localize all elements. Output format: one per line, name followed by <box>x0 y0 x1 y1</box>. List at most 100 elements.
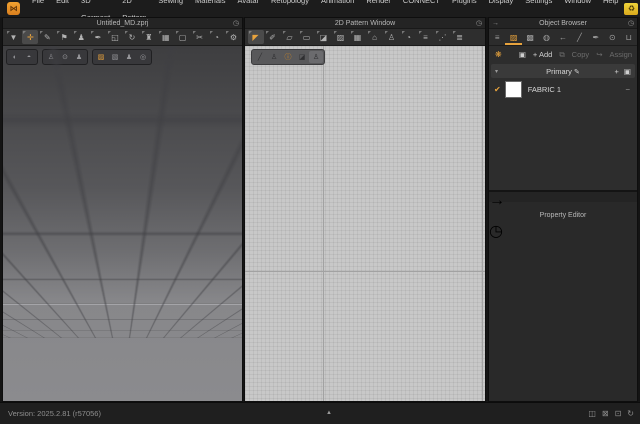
section-title-wrap: Primary ✎ <box>491 67 635 76</box>
tuck-tool[interactable]: ♙ <box>384 30 400 44</box>
pattern-outline-icon[interactable]: ╱ <box>253 51 267 63</box>
bell-2d-tool[interactable]: ◔ <box>401 30 417 44</box>
floor-axis-line <box>3 304 242 305</box>
actions-cluster: ▣ + Add ⧉ Copy ↪ Assign <box>519 50 632 60</box>
fabric-badge-icon: ❋ <box>495 50 502 59</box>
avatar-tool[interactable]: ♜ <box>141 30 157 44</box>
statusbar-icons: ◫ ⊠ ⊡ ↻ <box>588 403 634 424</box>
tab-fabric[interactable]: ▨ <box>505 29 521 45</box>
layout-columns-icon[interactable]: ◫ <box>588 409 596 418</box>
layout-close-icon[interactable]: ⊠ <box>602 409 609 418</box>
tucked-shape-icon[interactable]: ♙ <box>267 51 281 63</box>
show-garment-icon[interactable]: ◓ <box>22 51 36 63</box>
clo-badge-glyph: ♻ <box>627 4 636 13</box>
thick-textured-surface-icon[interactable]: ▧ <box>108 51 122 63</box>
panel-menu-icon[interactable]: ◷ <box>628 18 634 29</box>
edit-pattern-tool[interactable]: ✐ <box>265 30 281 44</box>
panel-menu-icon[interactable]: ◷ <box>476 18 482 29</box>
edit-section-icon[interactable]: ✎ <box>574 69 580 76</box>
copy-icon: ⧉ <box>559 49 565 59</box>
viewport-2d-overlay-toolbar: ╱ ♙ ⓘ ◪ ♙ <box>251 49 325 65</box>
status-bar: Version: 2025.2.81 (r57056) ▲ ◫ ⊠ ⊡ ↻ <box>0 402 640 424</box>
panel-3d-garment: Untitled_MD.zprj ◷ ▼ ✛ ✎ ⚑ ♟ ✒ ◱ ↻ ♜ ▦ ▢… <box>2 17 243 402</box>
iron-tool[interactable]: ⌂ <box>367 30 383 44</box>
fabric-swatch[interactable] <box>504 80 522 98</box>
remove-fabric-icon[interactable]: − <box>625 85 630 94</box>
toggle-3d-overlay-icon[interactable]: ♙ <box>309 51 323 63</box>
expand-timeline-icon[interactable]: ▲ <box>326 403 332 424</box>
avatar-mesh-icon[interactable]: ♟ <box>72 51 86 63</box>
mesh-surface-icon[interactable]: ♟ <box>122 51 136 63</box>
panel-menu-icon[interactable]: ◷ <box>233 18 239 29</box>
floor-grid <box>3 338 242 393</box>
grid-tool[interactable]: ▢ <box>175 30 191 44</box>
avatar-tape-tool[interactable]: ♟ <box>73 30 89 44</box>
property-editor-title: Property Editor <box>539 212 587 219</box>
notch-tool[interactable]: ⋰ <box>435 30 451 44</box>
transparent-surface-icon[interactable]: ◎ <box>136 51 150 63</box>
show-avatar-icon[interactable]: ◐ <box>8 51 22 63</box>
primary-section-header[interactable]: ▾ Primary ✎ + ▣ <box>491 64 635 78</box>
rectangle-tool[interactable]: ▭ <box>299 30 315 44</box>
tab-topstitch[interactable]: ╱ <box>571 29 587 45</box>
rotate-tool[interactable]: ↻ <box>124 30 140 44</box>
bell-tool[interactable]: ◔ <box>209 30 225 44</box>
panel-3d-header: Untitled_MD.zprj ◷ <box>3 18 242 29</box>
fabric-list-item[interactable]: ✔ FABRIC 1 − <box>489 78 637 100</box>
clo-badge-icon[interactable]: ♻ <box>624 2 639 15</box>
object-browser-actions: ❋ ▣ + Add ⧉ Copy ↪ Assign <box>489 46 637 63</box>
layout-dock-icon[interactable]: ⊡ <box>615 409 622 418</box>
fabric-name: FABRIC 1 <box>527 84 562 94</box>
tab-trim[interactable]: ◍ <box>538 29 554 45</box>
major-gridline-horizontal <box>245 271 485 272</box>
add-button[interactable]: + Add <box>533 50 552 59</box>
tab-stitch[interactable]: ✒ <box>588 29 604 45</box>
major-gridline-vertical <box>482 46 483 401</box>
toolbar-3d: ▼ ✛ ✎ ⚑ ♟ ✒ ◱ ↻ ♜ ▦ ▢ ✂ ◔ ⚙ <box>3 29 242 46</box>
object-browser-list-area[interactable] <box>489 100 637 190</box>
viewport-3d[interactable]: ◐ ◓ ♙ ⊙ ♟ ▨ ▧ ♟ ◎ <box>3 46 242 401</box>
reset-layout-icon[interactable]: ↻ <box>627 409 634 418</box>
viewport-2d[interactable]: ╱ ♙ ⓘ ◪ ♙ <box>245 46 485 401</box>
select-box-tool[interactable]: ◱ <box>107 30 123 44</box>
check-icon[interactable]: ✔ <box>494 85 501 94</box>
tab-puckering[interactable]: ⊙ <box>604 29 620 45</box>
viewport-3d-overlay-toolbar: ◐ ◓ ♙ ⊙ ♟ ▨ ▧ ♟ ◎ <box>6 49 152 65</box>
collapse-panel-icon[interactable]: → <box>489 192 505 209</box>
polygon-tool[interactable]: ▱ <box>282 30 298 44</box>
pleats-tool[interactable]: ≡ <box>418 30 434 44</box>
panel-2d-header: 2D Pattern Window ◷ <box>245 18 485 29</box>
fold-arrangement-tool[interactable]: ▦ <box>158 30 174 44</box>
document-title: Untitled_MD.zprj <box>96 20 149 27</box>
collapse-panel-icon[interactable]: → <box>492 18 499 29</box>
dart-tool[interactable]: ◪ <box>316 30 332 44</box>
object-browser-tabs: ≡ ▨ ▩ ◍ ← ╱ ✒ ⊙ ⊔ <box>489 29 637 46</box>
copy-button[interactable]: Copy <box>572 50 590 59</box>
trace-tool[interactable]: ▨ <box>333 30 349 44</box>
show-group: ◐ ◓ <box>6 49 38 65</box>
scissors-tool[interactable]: ✂ <box>192 30 208 44</box>
assign-icon: ↪ <box>596 50 603 59</box>
tab-graphic[interactable]: ▩ <box>522 29 538 45</box>
pen-tool[interactable]: ✎ <box>39 30 55 44</box>
tab-zipper[interactable]: ⊔ <box>621 29 637 45</box>
tab-scene[interactable]: ≡ <box>489 29 505 45</box>
sewing-tool[interactable]: ✒ <box>90 30 106 44</box>
arrangement-points-icon[interactable]: ⊙ <box>58 51 72 63</box>
grading-tool[interactable]: ▦ <box>350 30 366 44</box>
folder-icon[interactable]: ▣ <box>519 50 526 59</box>
transform-pattern-tool[interactable]: ◤ <box>247 30 264 44</box>
garment-fit-icon[interactable]: ♙ <box>44 51 58 63</box>
simulate-tool[interactable]: ▼ <box>6 30 22 44</box>
textured-surface-icon[interactable]: ▨ <box>94 51 108 63</box>
panel-menu-icon[interactable]: ◷ <box>489 223 503 240</box>
assign-button[interactable]: Assign <box>609 50 632 59</box>
pattern-info-icon[interactable]: ⓘ <box>281 51 295 63</box>
zipper-tool[interactable]: ≣ <box>452 30 468 44</box>
fabric-texture-icon[interactable]: ◪ <box>295 51 309 63</box>
app-logo-glyph: ⋈ <box>9 4 18 13</box>
tab-seam-tape[interactable]: ← <box>555 29 571 45</box>
gear-tool[interactable]: ⚙ <box>225 30 241 44</box>
move-gizmo-tool[interactable]: ✛ <box>22 30 39 44</box>
pin-tool[interactable]: ⚑ <box>56 30 72 44</box>
